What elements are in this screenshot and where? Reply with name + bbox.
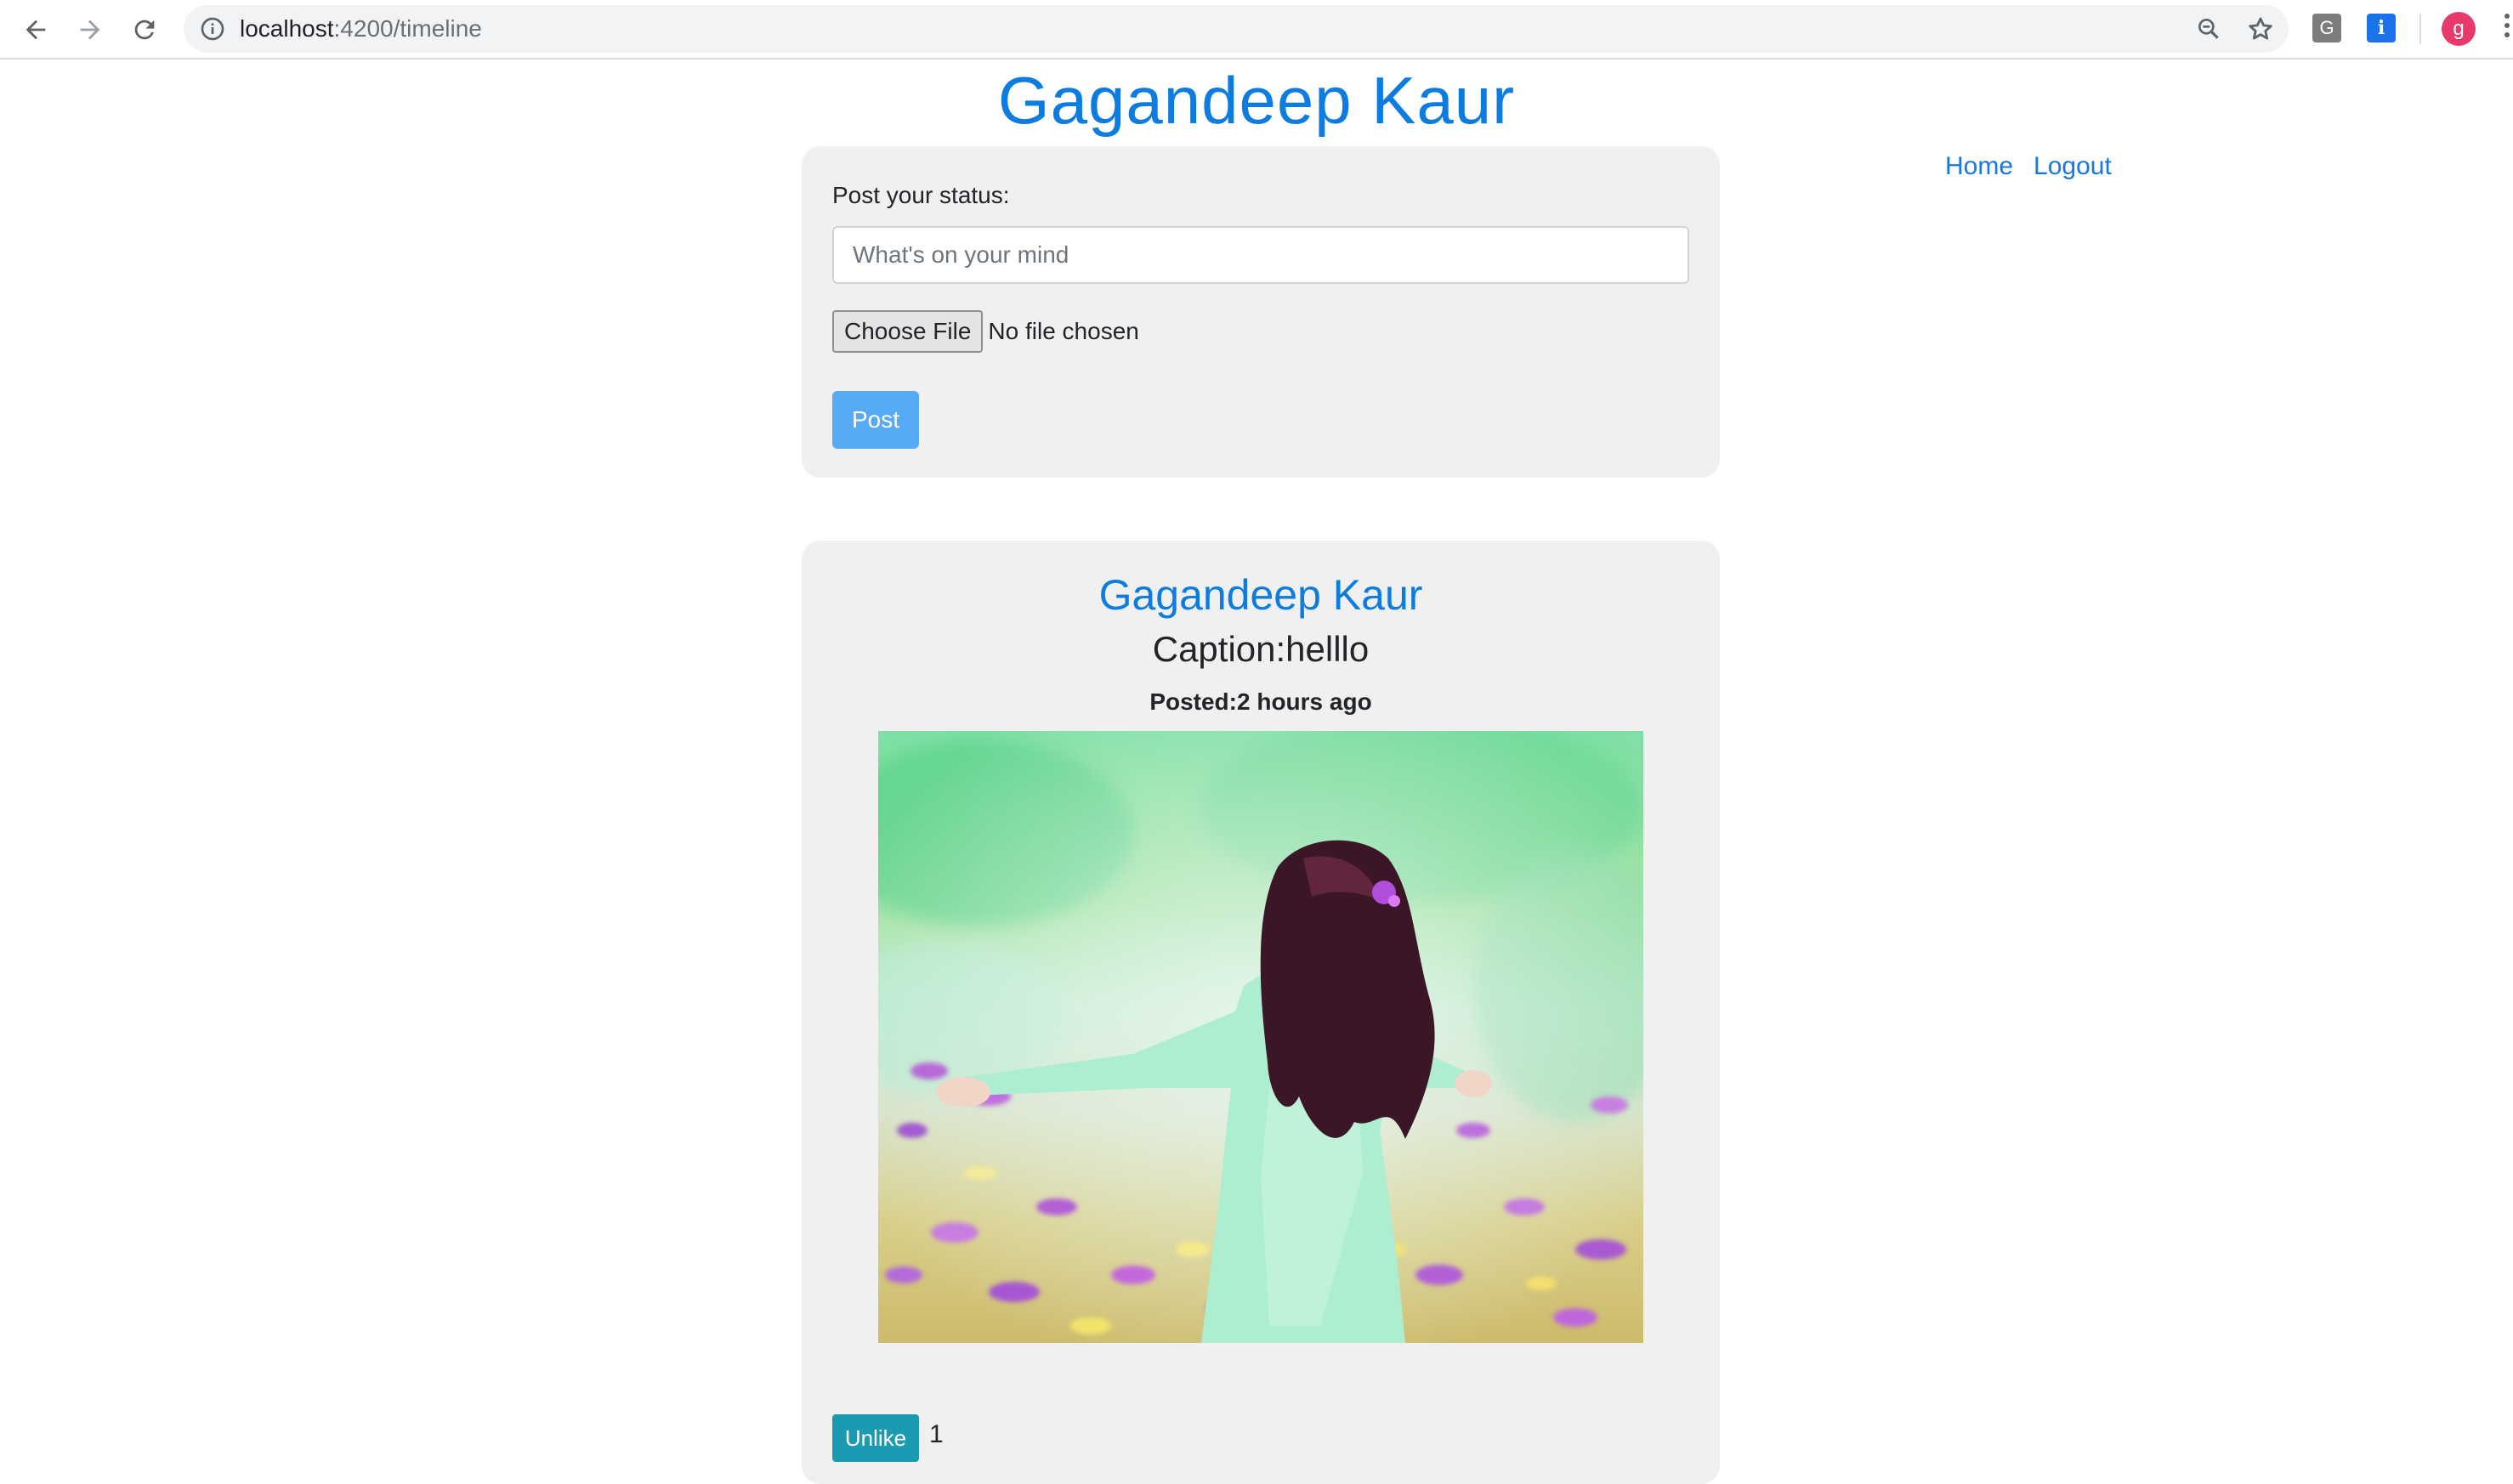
star-icon[interactable] (2246, 14, 2275, 43)
url-host: localhost (240, 15, 334, 42)
extension-g-icon[interactable]: G (2312, 14, 2341, 42)
like-count: 1 (929, 1420, 944, 1448)
page-title: Gagandeep Kaur (997, 63, 1516, 138)
unlike-button[interactable]: Unlike (832, 1414, 919, 1462)
status-form-card: Post your status: Choose File No file ch… (802, 146, 1720, 478)
zoom-icon[interactable] (2195, 15, 2222, 42)
reload-icon (134, 20, 155, 40)
back-arrow-icon (26, 20, 46, 40)
profile-avatar[interactable]: g (2442, 12, 2476, 46)
post-image (878, 731, 1643, 1343)
extension-info-icon[interactable]: i (2367, 14, 2396, 42)
post-caption: Caption:helllo (1152, 629, 1370, 669)
toolbar-divider (2419, 14, 2421, 44)
file-picker: Choose File No file chosen (832, 309, 1139, 354)
forward-button[interactable] (71, 11, 109, 48)
address-bar[interactable]: localhost:4200/timeline (184, 5, 2289, 53)
file-status-text: No file chosen (988, 318, 1139, 344)
nav-logout-link[interactable]: Logout (2034, 152, 2112, 180)
url-text[interactable]: localhost:4200/timeline (240, 14, 482, 43)
post-button[interactable]: Post (832, 391, 919, 449)
back-button[interactable] (17, 11, 54, 48)
url-path: :4200/timeline (333, 15, 482, 42)
status-label: Post your status: (832, 182, 1010, 208)
info-icon[interactable] (199, 15, 226, 42)
forward-arrow-icon (80, 20, 100, 40)
choose-file-button[interactable]: Choose File (832, 310, 984, 353)
menu-kebab-icon[interactable] (2504, 14, 2511, 44)
browser-toolbar: localhost:4200/timeline G i g (0, 0, 2513, 59)
status-input[interactable] (832, 226, 1689, 284)
post-author[interactable]: Gagandeep Kaur (802, 569, 1720, 620)
top-nav: Home Logout (1945, 150, 2132, 184)
reload-button[interactable] (126, 11, 163, 48)
nav-home-link[interactable]: Home (1945, 152, 2013, 180)
post-timestamp: Posted:2 hours ago (1149, 688, 1372, 715)
post-card: Gagandeep Kaur Caption:helllo Posted:2 h… (802, 541, 1720, 1484)
